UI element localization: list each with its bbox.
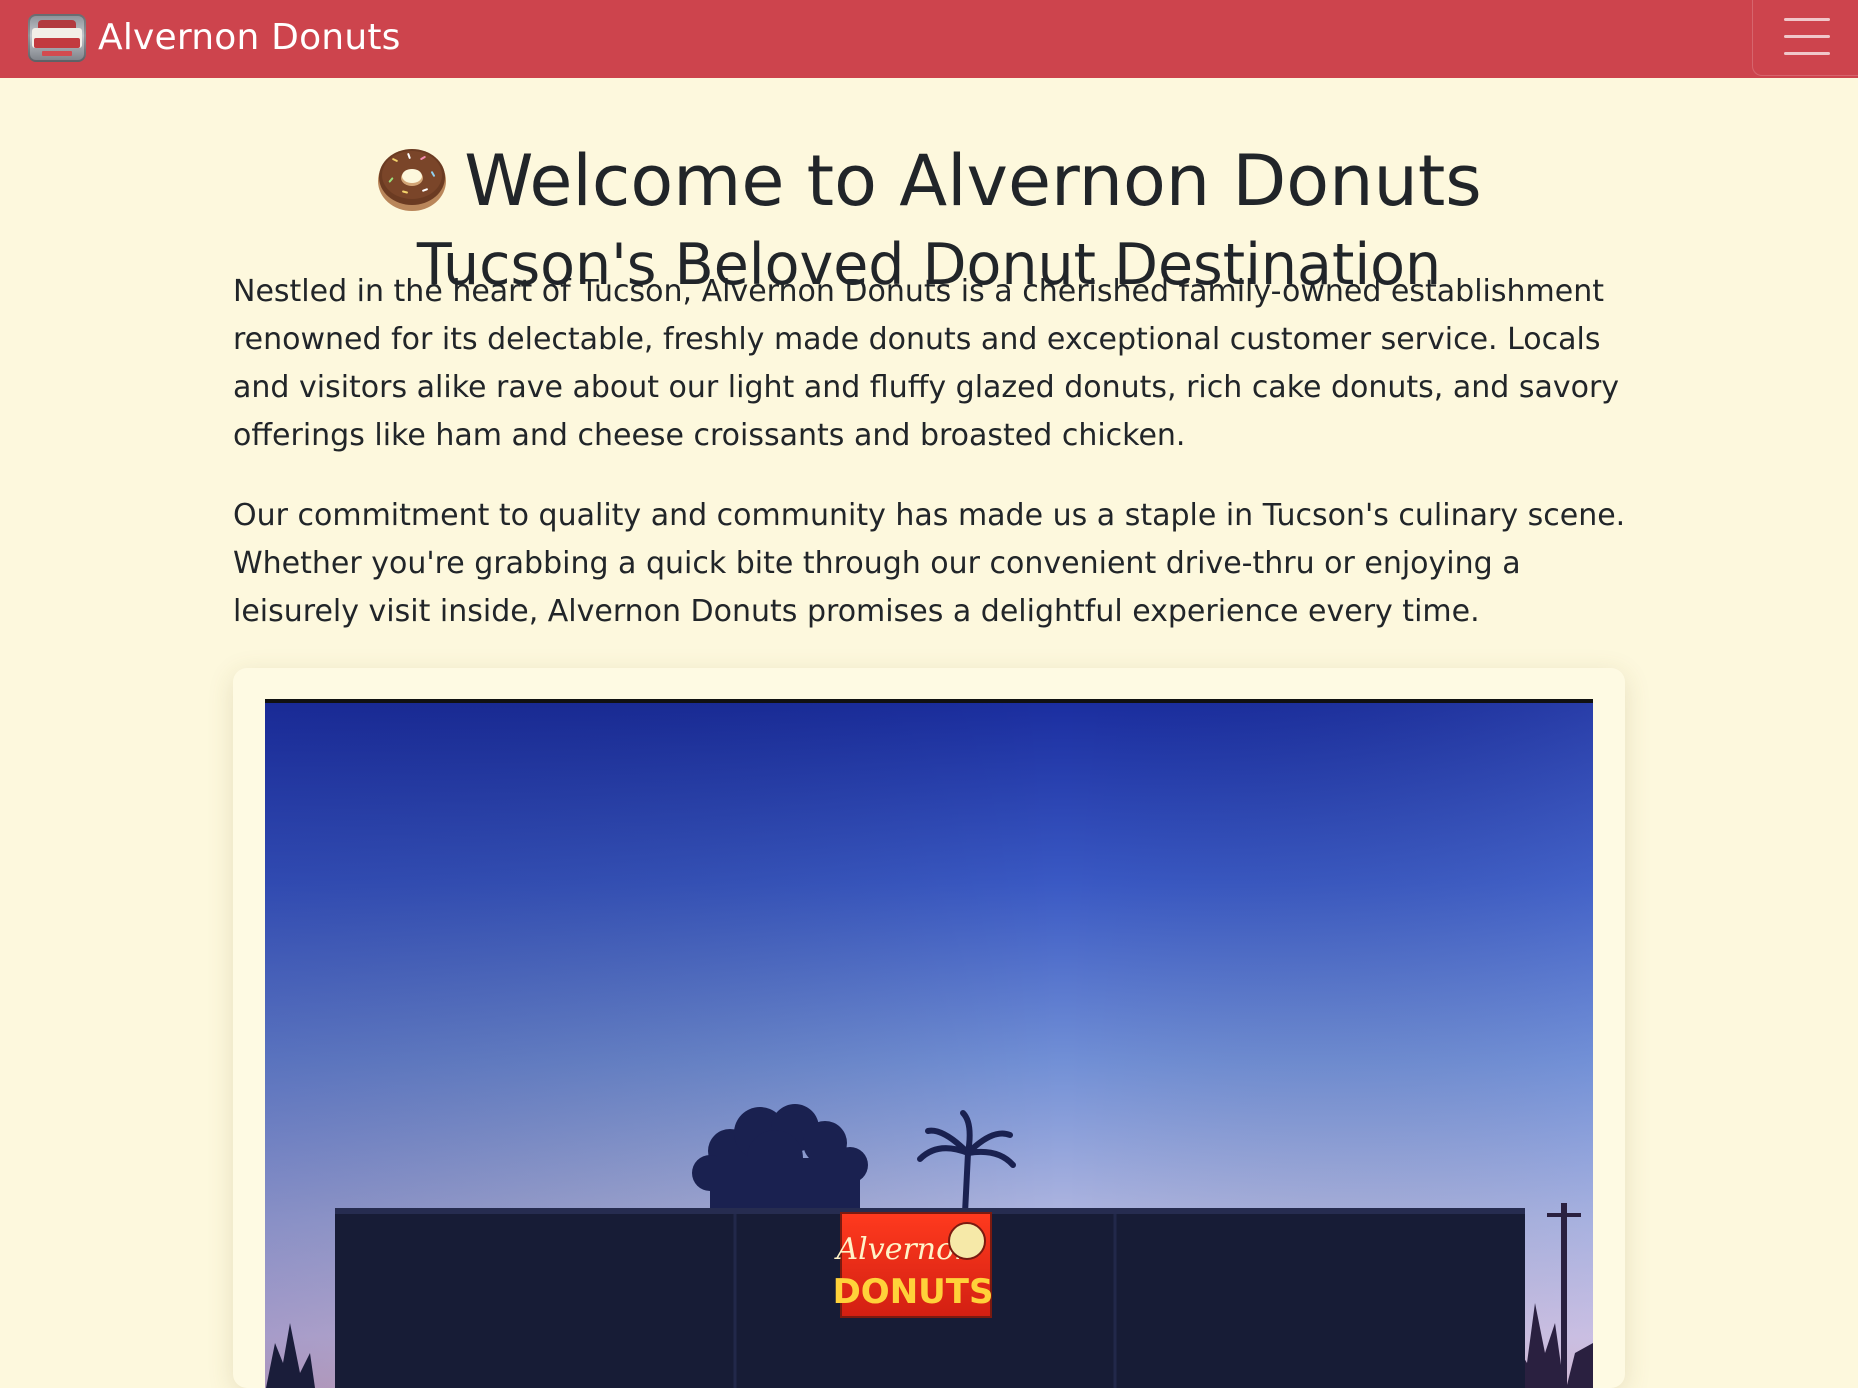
donut-icon bbox=[378, 148, 447, 211]
brand-link[interactable]: Alvernon Donuts bbox=[28, 13, 401, 63]
storefront-photo: Alvernon DONUTS bbox=[265, 699, 1593, 1388]
navbar-toggler-button[interactable] bbox=[1752, 0, 1858, 76]
intro-paragraph-2: Our commitment to quality and community … bbox=[233, 498, 1626, 629]
sign-line-2: DONUTS bbox=[833, 1272, 994, 1312]
brand-logo-icon bbox=[28, 14, 86, 62]
top-navbar: Alvernon Donuts bbox=[0, 0, 1858, 78]
page-title: Welcome to Alvernon Donuts bbox=[0, 131, 1858, 231]
storefront-photo-card: Alvernon DONUTS bbox=[233, 668, 1625, 1388]
hamburger-menu-icon bbox=[1784, 18, 1830, 55]
intro-paragraph-1: Nestled in the heart of Tucson, Alvernon… bbox=[233, 274, 1620, 453]
page-title-text: Welcome to Alvernon Donuts bbox=[464, 139, 1482, 222]
brand-name: Alvernon Donuts bbox=[98, 17, 401, 58]
